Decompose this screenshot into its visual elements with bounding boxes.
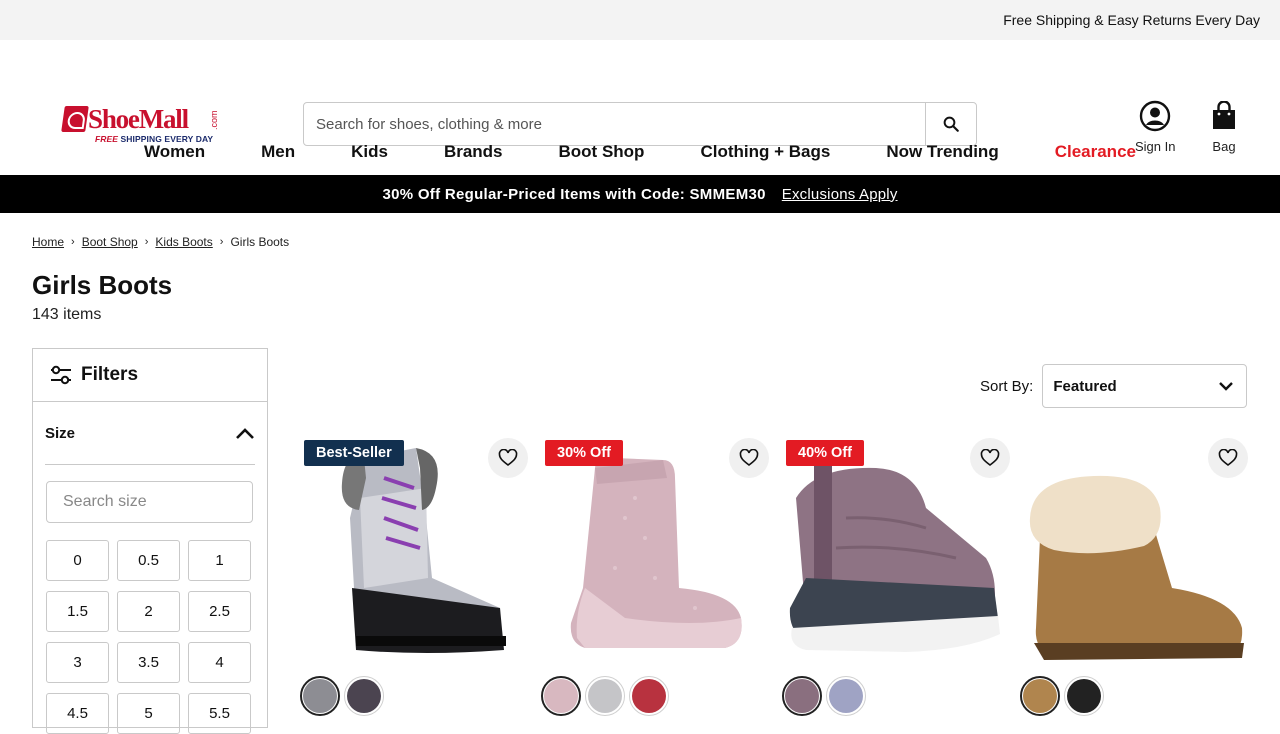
free-shipping-message: Free Shipping & Easy Returns Every Day — [1003, 12, 1260, 28]
size-option[interactable]: 5 — [117, 693, 180, 734]
chevron-down-icon — [1219, 382, 1234, 391]
breadcrumb: Home › Boot Shop › Kids Boots › Girls Bo… — [32, 235, 289, 249]
size-filter-title: Size — [45, 424, 76, 442]
chevron-right-icon: › — [71, 236, 75, 248]
nav-now-trending[interactable]: Now Trending — [886, 142, 998, 162]
color-swatch[interactable] — [300, 676, 340, 716]
favorite-button[interactable] — [970, 438, 1010, 478]
size-option[interactable]: 1.5 — [46, 591, 109, 632]
size-filter-toggle[interactable]: Size — [45, 402, 255, 465]
product-card[interactable]: Best-Seller — [300, 438, 528, 728]
color-swatches — [1020, 676, 1108, 716]
nav-kids[interactable]: Kids — [351, 142, 388, 162]
nav-clearance[interactable]: Clearance — [1055, 142, 1136, 162]
nav-boot-shop[interactable]: Boot Shop — [559, 142, 645, 162]
size-option[interactable]: 4.5 — [46, 693, 109, 734]
site-header: ShoeMall .com FREE SHIPPING EVERY DAY Si… — [0, 40, 1280, 154]
heart-icon — [498, 449, 518, 467]
size-option[interactable]: 4 — [188, 642, 251, 683]
heart-icon — [739, 449, 759, 467]
filters-panel: Filters Size Search size 0 0.5 1 1.5 2 2… — [32, 348, 268, 734]
color-swatch[interactable] — [585, 676, 625, 716]
size-options: 0 0.5 1 1.5 2 2.5 3 3.5 4 4.5 5 5.5 — [46, 540, 267, 734]
size-option[interactable]: 3 — [46, 642, 109, 683]
size-option[interactable]: 3.5 — [117, 642, 180, 683]
size-search-input[interactable]: Search size — [46, 481, 253, 523]
promo-banner: 30% Off Regular-Priced Items with Code: … — [0, 175, 1280, 213]
product-card[interactable] — [1020, 438, 1248, 728]
promo-text: 30% Off Regular-Priced Items with Code: … — [382, 185, 766, 203]
product-badge: Best-Seller — [304, 440, 404, 466]
size-option[interactable]: 0 — [46, 540, 109, 581]
breadcrumb-kids-boots[interactable]: Kids Boots — [155, 235, 212, 249]
size-option[interactable]: 5.5 — [188, 693, 251, 734]
color-swatch[interactable] — [826, 676, 866, 716]
top-announcement-bar: Free Shipping & Easy Returns Every Day — [0, 0, 1280, 40]
product-card[interactable]: 40% Off — [782, 438, 1010, 728]
item-count: 143 items — [32, 306, 102, 323]
sort-value: Featured — [1053, 377, 1117, 395]
breadcrumb-boot-shop[interactable]: Boot Shop — [82, 235, 138, 249]
chevron-up-icon — [236, 428, 254, 439]
chevron-right-icon: › — [144, 236, 149, 248]
color-swatch[interactable] — [541, 676, 581, 716]
nav-brands[interactable]: Brands — [444, 142, 503, 162]
product-badge: 30% Off — [545, 440, 623, 466]
size-option[interactable]: 2 — [117, 591, 180, 632]
filters-title: Filters — [81, 364, 139, 385]
favorite-button[interactable] — [488, 438, 528, 478]
sort-label: Sort By: — [980, 377, 1034, 395]
color-swatches — [782, 676, 870, 716]
product-badge: 40% Off — [786, 440, 864, 466]
page-title: Girls Boots — [32, 270, 173, 300]
size-option[interactable]: 1 — [188, 540, 251, 581]
color-swatch[interactable] — [782, 676, 822, 716]
size-option[interactable]: 0.5 — [117, 540, 180, 581]
heart-icon — [1218, 449, 1238, 467]
size-search-placeholder: Search size — [63, 493, 147, 510]
color-swatches — [541, 676, 673, 716]
color-swatch[interactable] — [1020, 676, 1060, 716]
exclusions-link[interactable]: Exclusions Apply — [782, 186, 898, 203]
color-swatch[interactable] — [629, 676, 669, 716]
breadcrumb-home[interactable]: Home — [32, 235, 64, 249]
color-swatch[interactable] — [1064, 676, 1104, 716]
color-swatch[interactable] — [344, 676, 384, 716]
nav-clothing-bags[interactable]: Clothing + Bags — [700, 142, 830, 162]
size-option[interactable]: 2.5 — [188, 591, 251, 632]
breadcrumb-current: Girls Boots — [230, 235, 290, 249]
chevron-right-icon: › — [219, 236, 224, 248]
nav-men[interactable]: Men — [261, 142, 295, 162]
sort-control: Sort By: Featured — [980, 364, 1248, 408]
filter-sliders-icon — [49, 364, 73, 386]
filters-header[interactable]: Filters — [33, 349, 267, 402]
nav-women[interactable]: Women — [144, 142, 205, 162]
favorite-button[interactable] — [729, 438, 769, 478]
color-swatches — [300, 676, 388, 716]
heart-icon — [980, 449, 1000, 467]
main-navigation: Women Men Kids Brands Boot Shop Clothing… — [0, 128, 1280, 175]
favorite-button[interactable] — [1208, 438, 1248, 478]
product-card[interactable]: 30% Off — [541, 438, 769, 728]
sort-dropdown[interactable]: Featured — [1042, 364, 1248, 408]
shopping-bag-icon — [1213, 101, 1235, 129]
